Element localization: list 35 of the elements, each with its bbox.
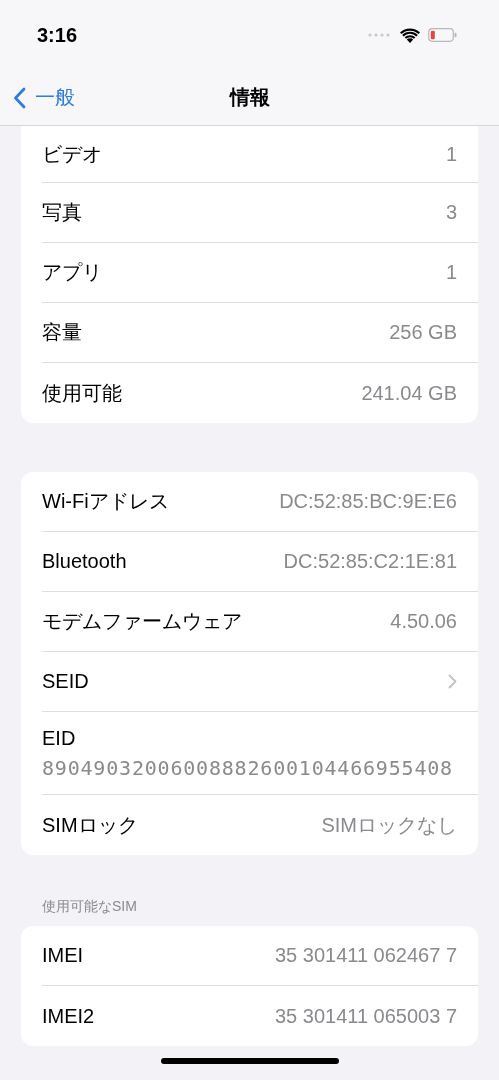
row-value: 35 301411 062467 7 [274, 944, 457, 967]
row-label: アプリ [42, 260, 102, 285]
row-label: IMEI2 [42, 1004, 95, 1028]
row-label: IMEI [42, 944, 84, 967]
row-label: 使用可能 [42, 380, 122, 406]
row-value: 1 [445, 142, 457, 166]
row-label: SIMロック [42, 812, 138, 838]
row-value: SIMロックなし [321, 812, 457, 838]
row-label: モデムファームウェア [42, 609, 242, 634]
row-value: 256 GB [389, 321, 457, 344]
row-label: Bluetooth [42, 550, 127, 573]
chevron-right-icon [448, 674, 457, 689]
row-label: Wi-Fiアドレス [42, 489, 169, 514]
signal-icon [368, 33, 392, 37]
row-value: 3 [445, 201, 457, 224]
row-value: DC:52:85:C2:1E:81 [283, 550, 457, 573]
status-time: 3:16 [37, 23, 78, 47]
section-header: 使用可能なSIM [41, 898, 138, 916]
row-label: EID [42, 726, 76, 750]
row-value: 241.04 GB [361, 381, 457, 405]
row-label: 写真 [42, 200, 82, 225]
page-title: 情報 [229, 85, 270, 110]
chevron-left-icon [13, 86, 26, 109]
row-label: 容量 [42, 320, 82, 345]
row-value: DC:52:85:BC:9E:E6 [279, 490, 457, 513]
back-button[interactable]: 一般 [0, 84, 75, 111]
row-value: 1 [445, 261, 457, 284]
wifi-icon [400, 27, 420, 43]
settings-row[interactable]: SEID [42, 652, 478, 712]
battery-icon [428, 28, 457, 42]
home-indicator[interactable] [160, 1058, 339, 1064]
row-value: 35 301411 065003 7 [274, 1004, 457, 1028]
row-label: ビデオ [42, 141, 102, 167]
row-value: 89049032006008882600104466955408 [42, 755, 453, 780]
row-value: 4.50.06 [390, 610, 457, 633]
